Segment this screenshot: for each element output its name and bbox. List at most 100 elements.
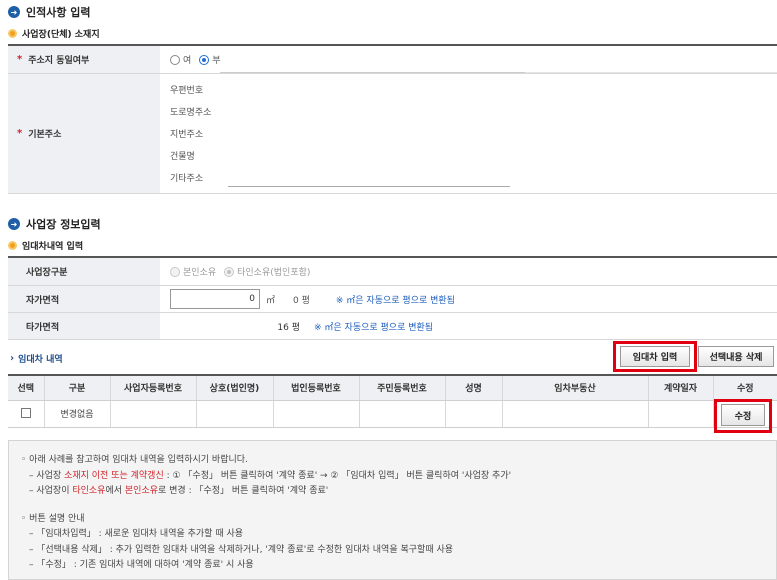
arrow-circle-icon: ➜ [8, 218, 20, 230]
radio-circle-checked-icon [224, 266, 235, 277]
other-area-value: 16 평 ※ ㎡은 자동으로 평으로 변환됨 [160, 313, 777, 339]
bullet-icon [8, 29, 17, 38]
unit-label: ㎡ [266, 295, 276, 306]
radio-yes[interactable]: 여 [170, 53, 191, 66]
type-cell: 변경없음 [44, 400, 111, 428]
radio-label: 본인소유 [183, 268, 217, 278]
lot-address-field[interactable]: 지번주소 [170, 122, 510, 144]
col-header: 사업자등록번호 [110, 374, 197, 401]
radio-label: 타인소유(법인포함) [237, 268, 311, 278]
section-title-business: ➜ 사업장 정보입력 [8, 216, 101, 232]
radio-no[interactable]: 부 [199, 53, 221, 66]
conversion-note: ※ ㎡은 자동으로 평으로 변환됨 [335, 295, 455, 306]
radio-label: 부 [212, 56, 221, 66]
own-area-value: ㎡ 0 평 ※ ㎡은 자동으로 평으로 변환됨 [160, 286, 777, 312]
workplace-type-label: 사업장구분 [8, 258, 160, 285]
bullet-icon [8, 241, 17, 250]
col-header: 임차부동산 [502, 374, 649, 401]
cell [502, 400, 649, 428]
own-area-input[interactable] [170, 289, 260, 309]
col-header: 상호(법인명) [196, 374, 274, 401]
radio-circle-checked-icon [199, 54, 210, 65]
edit-button[interactable]: 수정 [721, 404, 765, 426]
table-row: 변경없음 [8, 400, 777, 428]
note-text: – 사업장이 [29, 486, 73, 496]
cell [445, 400, 503, 428]
note-text: – 사업장 [29, 470, 65, 481]
radio-circle-icon [170, 54, 180, 65]
workplace-type-options: 본인소유 타인소유(법인포함) [160, 258, 777, 285]
cell [110, 400, 197, 428]
cell [196, 400, 274, 428]
note-line: – 「수정」 : 기존 임대차 내역에 대하여 '계약 종료' 시 사용 [29, 560, 254, 570]
cell [648, 400, 714, 428]
col-header: 성명 [445, 374, 503, 401]
address-divider-right [525, 72, 777, 73]
other-area-label: 타가면적 [8, 313, 160, 339]
same-address-options: 여 부 [160, 46, 777, 73]
select-cell [8, 400, 45, 428]
col-header: 주민등록번호 [359, 374, 446, 401]
arrow-circle-icon: ➜ [8, 6, 20, 18]
conversion-note: ※ ㎡은 자동으로 평으로 변환됨 [314, 322, 434, 333]
pyeong-value: 16 평 [277, 322, 300, 333]
own-area-label: 자가면적 [8, 286, 160, 312]
postal-code-field[interactable]: 우편번호 [170, 78, 510, 100]
radio-own[interactable]: 본인소유 [170, 265, 216, 278]
subtitle-lease-input: 임대차내역 입력 [8, 239, 83, 252]
col-header: 계약일자 [648, 374, 714, 401]
field-label: 기타주소 [170, 174, 204, 185]
other-area-row: 타가면적 16 평 ※ ㎡은 자동으로 평으로 변환됨 [8, 313, 777, 340]
subtitle-text: 임대차내역 입력 [22, 242, 84, 252]
lease-list-title-text: 임대차 내역 [18, 355, 63, 365]
same-address-label: * 주소지 동일여부 [8, 46, 160, 73]
radio-other[interactable]: 타인소유(법인포함) [224, 265, 310, 278]
note-text: 에서 [105, 486, 125, 496]
lease-list-title: › 임대차 내역 [10, 352, 63, 365]
cell [359, 400, 446, 428]
col-header: 수정 [713, 374, 777, 401]
note-line: – 「선택내용 삭제」 : 추가 입력한 임대차 내역을 삭제하거나, '계약 … [29, 544, 454, 555]
note-line: ◦ 버튼 설명 안내 [21, 513, 85, 524]
other-address-field[interactable]: 기타주소 [170, 167, 510, 189]
base-address-row: * 기본주소 우편번호 도로명주소 지번주소 건물명 기타주소 [8, 74, 777, 194]
subtitle-location: 사업장(단체) 소재지 [8, 27, 100, 40]
section-title-text: 인적사항 입력 [26, 6, 91, 19]
building-name-field[interactable]: 건물명 [170, 145, 510, 167]
subtitle-text: 사업장(단체) 소재지 [22, 30, 100, 40]
table-header-row: 선택 구분 사업자등록번호 상호(법인명) 법인등록번호 주민등록번호 성명 임… [8, 374, 777, 401]
note-line: – 사업장이 타인소유에서 본인소유로 변경 : 「수정」 버튼 클릭하여 '계… [21, 484, 764, 500]
road-address-field[interactable]: 도로명주소 [170, 100, 510, 122]
col-header: 법인등록번호 [273, 374, 360, 401]
pyeong-value: 0 평 [293, 295, 310, 306]
workplace-type-row: 사업장구분 본인소유 타인소유(법인포함) [8, 258, 777, 286]
instructions-box: ◦ 아래 사례를 참고하여 임대차 내역을 입력하시기 바랍니다. – 사업장 … [8, 440, 777, 580]
note-highlight: 소재지 이전 또는 계약갱신 [64, 470, 164, 481]
label-text: 주소지 동일여부 [28, 56, 90, 66]
section-title-personal: ➜ 인적사항 입력 [8, 4, 91, 20]
same-address-row: * 주소지 동일여부 여 부 [8, 46, 777, 74]
col-header: 선택 [8, 374, 45, 401]
address-form: * 주소지 동일여부 여 부 * 기본주소 우편번호 도로명주소 지번주소 건물… [8, 44, 777, 194]
base-address-label: * 기본주소 [8, 74, 160, 193]
base-address-fields: 우편번호 도로명주소 지번주소 건물명 기타주소 [160, 74, 777, 193]
radio-label: 여 [183, 56, 192, 66]
note-line: ◦ 아래 사례를 참고하여 임대차 내역을 입력하시기 바랍니다. [21, 455, 248, 465]
col-header: 구분 [44, 374, 111, 401]
lease-table: 선택 구분 사업자등록번호 상호(법인명) 법인등록번호 주민등록번호 성명 임… [8, 374, 777, 428]
required-mark: * [17, 54, 23, 65]
note-text: 로 변경 : 「수정」 버튼 클릭하여 '계약 종료' [158, 486, 329, 496]
note-line: – 사업장 소재지 이전 또는 계약갱신 : ① 「수정」 버튼 클릭하여 '계… [21, 469, 764, 485]
note-text: : ① 「수정」 버튼 클릭하여 '계약 종료' → ② 「임대차 입력」 버튼… [163, 470, 512, 481]
note-line: – 「임대차입력」 : 새로운 임대차 내역을 추가할 때 사용 [29, 529, 244, 539]
own-area-row: 자가면적 ㎡ 0 평 ※ ㎡은 자동으로 평으로 변환됨 [8, 286, 777, 313]
note-highlight: 본인소유 [124, 486, 159, 496]
row-checkbox[interactable] [20, 408, 31, 419]
address-field-list: 우편번호 도로명주소 지번주소 건물명 기타주소 [170, 74, 510, 193]
cell [273, 400, 360, 428]
note-highlight: 타인소유 [72, 486, 106, 496]
section-title-text: 사업장 정보입력 [26, 218, 101, 231]
delete-selected-button[interactable]: 선택내용 삭제 [698, 346, 774, 367]
lease-input-button[interactable]: 임대차 입력 [620, 346, 690, 367]
